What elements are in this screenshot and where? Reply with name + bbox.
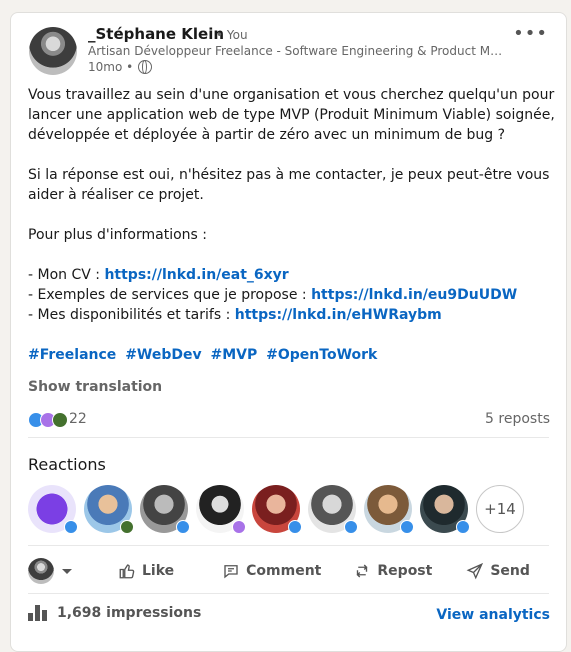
reactors-list: +14 — [28, 485, 524, 534]
reaction-icons[interactable] — [28, 412, 68, 428]
author-avatar[interactable] — [29, 27, 77, 75]
post-body: Vous travaillez au sein d'une organisati… — [28, 85, 556, 365]
divider — [28, 437, 549, 438]
caret-down-icon — [62, 568, 72, 574]
post-paragraph: Si la réponse est oui, n'hésitez pas à m… — [28, 167, 550, 203]
reactor-avatar[interactable] — [420, 485, 470, 534]
like-badge-icon — [64, 520, 78, 534]
impressions-stat[interactable]: 1,698 impressions — [28, 605, 201, 621]
hashtag-mvp[interactable]: #MVP — [211, 347, 258, 363]
like-badge-icon — [288, 520, 302, 534]
divider — [28, 545, 549, 546]
reactions-heading: Reactions — [28, 455, 106, 474]
actor-switcher[interactable] — [28, 558, 118, 584]
like-badge-icon — [176, 520, 190, 534]
repost-icon — [356, 564, 368, 578]
reactor-avatar[interactable] — [308, 485, 358, 534]
comment-icon — [224, 565, 238, 579]
celebrate-badge-icon — [232, 520, 246, 534]
services-link[interactable]: https://lnkd.in/eu9DuUDW — [311, 287, 517, 303]
reactor-avatar[interactable] — [84, 485, 134, 534]
reactor-avatar[interactable] — [196, 485, 246, 534]
hashtag-webdev[interactable]: #WebDev — [125, 347, 201, 363]
support-badge-icon — [120, 520, 134, 534]
post-age: 10mo • — [88, 60, 134, 74]
reposts-count[interactable]: 5 reposts — [485, 411, 550, 427]
reactor-avatar[interactable] — [252, 485, 302, 534]
author-headline: Artisan Développeur Freelance - Software… — [88, 44, 508, 58]
reactor-avatar[interactable] — [364, 485, 414, 534]
send-icon — [466, 562, 484, 580]
cv-link[interactable]: https://lnkd.in/eat_6xyr — [104, 267, 288, 283]
reactor-avatar[interactable] — [28, 485, 78, 534]
post-paragraph: Pour plus d'informations : — [28, 227, 207, 243]
like-button[interactable]: Like — [118, 558, 174, 584]
like-badge-icon — [456, 520, 470, 534]
hashtag-opentowork[interactable]: #OpenToWork — [266, 347, 377, 363]
list-item: - Exemples de services que je propose : … — [28, 287, 518, 303]
hashtags: #Freelance #WebDev #MVP #OpenToWork — [28, 345, 556, 365]
reactor-avatar[interactable] — [140, 485, 190, 534]
post-meta: 10mo • — [88, 59, 153, 74]
list-item: - Mon CV : https://lnkd.in/eat_6xyr — [28, 267, 289, 283]
like-badge-icon — [344, 520, 358, 534]
divider — [28, 593, 549, 594]
globe-icon — [138, 59, 153, 74]
bar-chart-icon — [28, 605, 47, 621]
action-bar: Like Comment Repost Send — [28, 555, 551, 587]
actor-avatar — [28, 558, 54, 584]
rates-link[interactable]: https://lnkd.in/eHWRaybm — [235, 307, 442, 323]
support-reaction-icon — [52, 412, 68, 428]
more-reactors-button[interactable]: +14 — [476, 485, 524, 533]
view-analytics-link[interactable]: View analytics — [436, 607, 550, 623]
hashtag-freelance[interactable]: #Freelance — [28, 347, 116, 363]
more-options-icon[interactable]: ••• — [513, 23, 548, 44]
list-item: - Mes disponibilités et tarifs : https:/… — [28, 307, 442, 323]
author-name[interactable]: _Stéphane Klein — [88, 25, 224, 43]
comment-button[interactable]: Comment — [222, 558, 321, 584]
post-card: _Stéphane Klein • You Artisan Développeu… — [10, 12, 567, 652]
repost-button[interactable]: Repost — [353, 558, 432, 584]
reaction-count[interactable]: 22 — [69, 411, 87, 427]
like-badge-icon — [400, 520, 414, 534]
post-paragraph: Vous travaillez au sein d'une organisati… — [28, 87, 555, 143]
impressions-count: 1,698 impressions — [57, 605, 202, 621]
you-tag: • You — [216, 28, 248, 42]
thumbs-up-icon — [119, 564, 135, 579]
send-button[interactable]: Send — [466, 558, 530, 584]
show-translation-button[interactable]: Show translation — [28, 379, 162, 395]
